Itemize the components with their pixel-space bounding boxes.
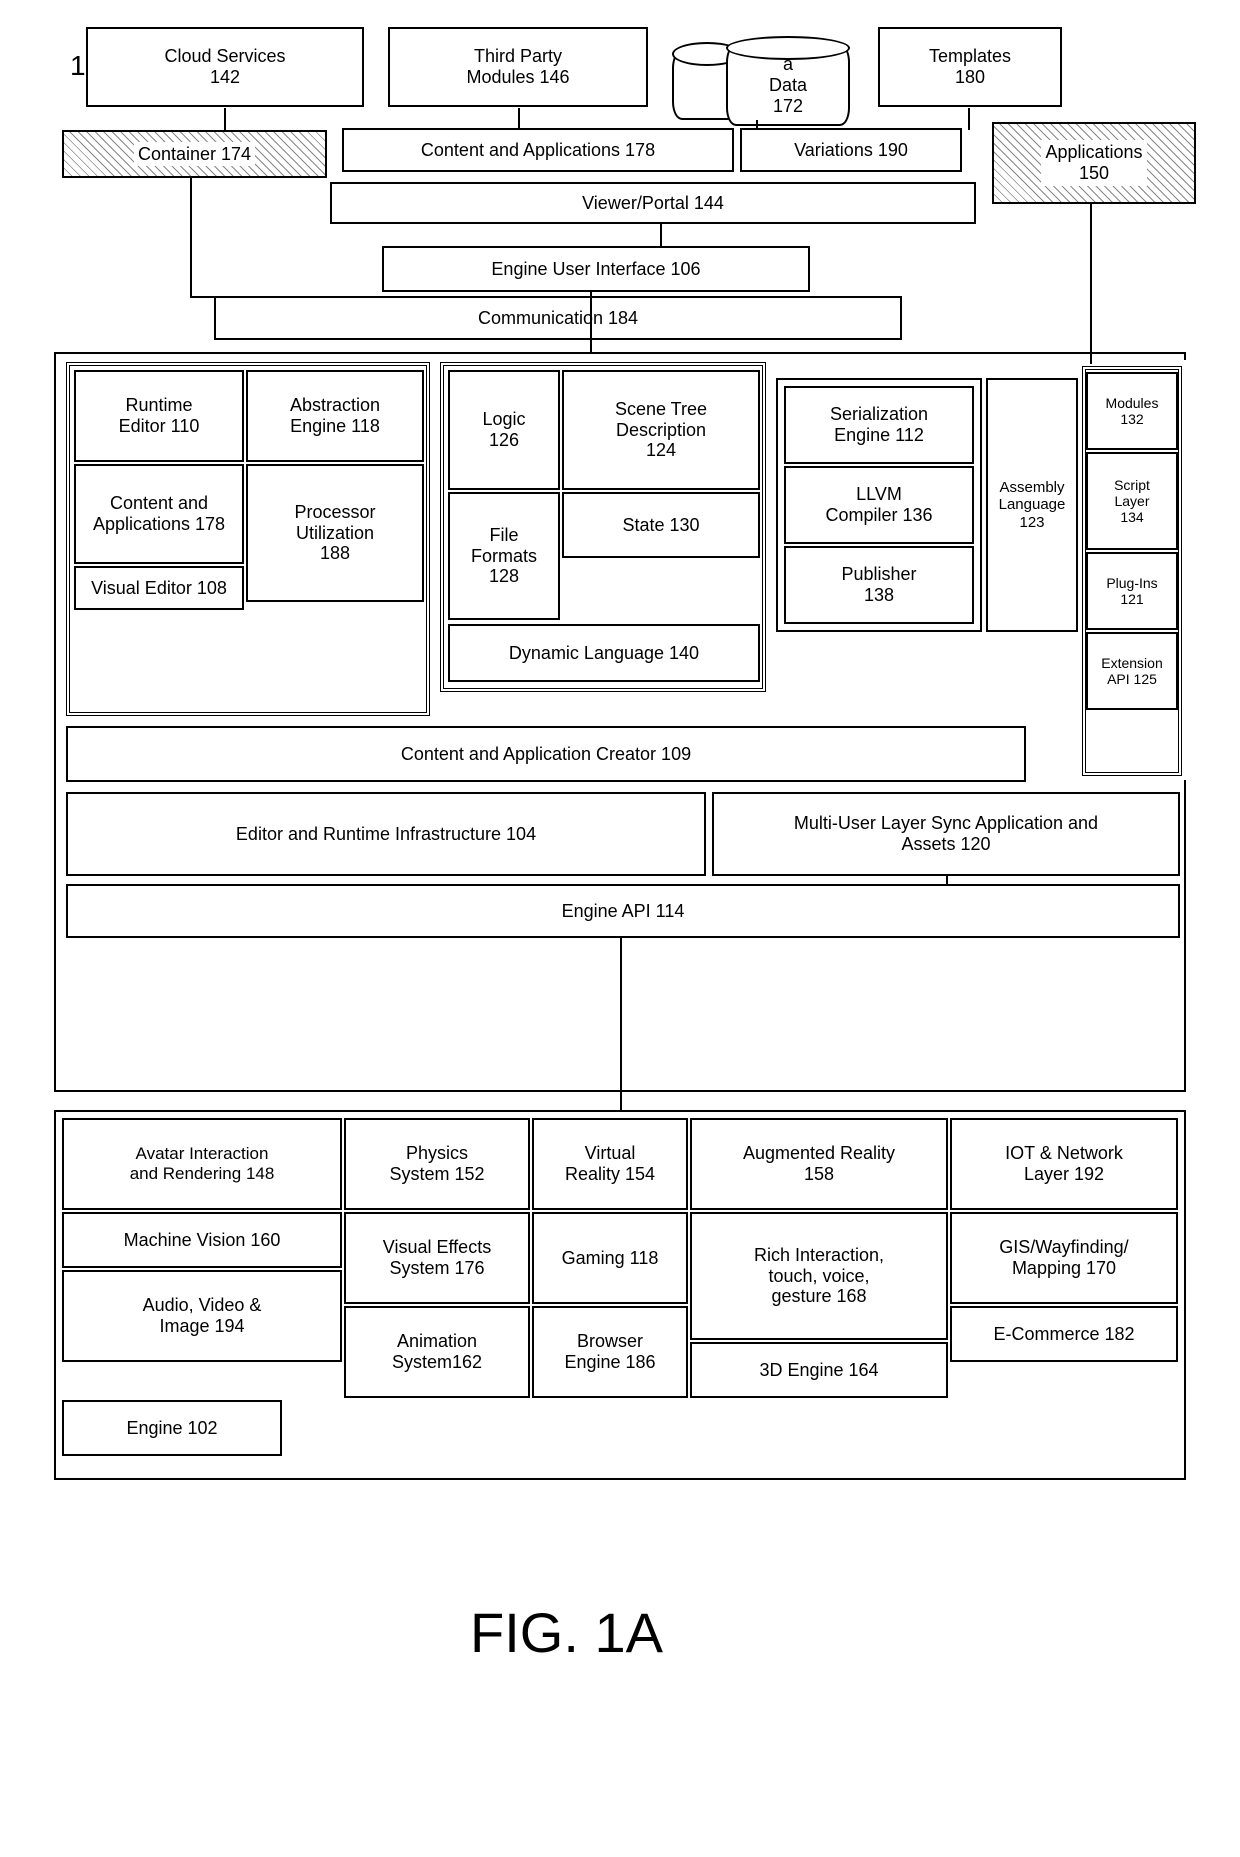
- engine-api-114: Engine API 114: [66, 884, 1180, 938]
- diagram-page: 100 Container 174 Content and Applicatio…: [0, 0, 1240, 1857]
- cloud-services-142-box: Cloud Services 142: [86, 27, 364, 107]
- rich-interaction-168: Rich Interaction, touch, voice, gesture …: [690, 1212, 948, 1340]
- vr-154: Virtual Reality 154: [532, 1118, 688, 1210]
- scene-tree-124: Scene Tree Description 124: [562, 370, 760, 490]
- connector: [1090, 204, 1092, 364]
- avatar-148: Avatar Interaction and Rendering 148: [62, 1118, 342, 1210]
- processor-utilization-188: Processor Utilization 188: [246, 464, 424, 602]
- state-130: State 130: [562, 492, 760, 558]
- audio-video-image-194: Audio, Video & Image 194: [62, 1270, 342, 1362]
- templates-180: Templates 180: [878, 27, 1062, 107]
- content-applications-178-top: Content and Applications 178: [342, 128, 734, 172]
- physics-152: Physics System 152: [344, 1118, 530, 1210]
- gis-170: GIS/Wayfinding/ Mapping 170: [950, 1212, 1178, 1304]
- file-formats-128: File Formats 128: [448, 492, 560, 620]
- iot-192: IOT & Network Layer 192: [950, 1118, 1178, 1210]
- communication-184: Communication 184: [214, 296, 902, 340]
- browser-engine-186: Browser Engine 186: [532, 1306, 688, 1398]
- logic-126: Logic 126: [448, 370, 560, 490]
- e-commerce-182: E-Commerce 182: [950, 1306, 1178, 1362]
- animation-162: Animation System162: [344, 1306, 530, 1398]
- machine-vision-160: Machine Vision 160: [62, 1212, 342, 1268]
- plugins-121: Plug-Ins 121: [1086, 552, 1178, 630]
- visual-effects-176: Visual Effects System 176: [344, 1212, 530, 1304]
- 3d-engine-164: 3D Engine 164: [690, 1342, 948, 1398]
- engine-102: Engine 102: [62, 1400, 282, 1456]
- editor-runtime-infrastructure-104: Editor and Runtime Infrastructure 104: [66, 792, 706, 876]
- extension-api-125: Extension API 125: [1086, 632, 1178, 710]
- connector: [190, 178, 192, 296]
- abstraction-engine-118: Abstraction Engine 118: [246, 370, 424, 462]
- third-party-modules-146: Third Party Modules 146: [388, 27, 648, 107]
- viewer-portal-144: Viewer/Portal 144: [330, 182, 976, 224]
- content-application-creator-109: Content and Application Creator 109: [66, 726, 1026, 782]
- assembly-language-cell: Assembly Language 123: [986, 378, 1078, 632]
- connector: [518, 108, 520, 130]
- engine-user-interface-106: Engine User Interface 106: [382, 246, 810, 292]
- connector: [660, 224, 662, 246]
- gaming-118: Gaming 118: [532, 1212, 688, 1304]
- multi-user-sync-120: Multi-User Layer Sync Application and As…: [712, 792, 1180, 876]
- connector: [756, 120, 758, 130]
- visual-editor-108: Visual Editor 108: [74, 566, 244, 610]
- ar-158: Augmented Reality 158: [690, 1118, 948, 1210]
- figure-label: FIG. 1A: [470, 1600, 663, 1665]
- variations-190: Variations 190: [740, 128, 962, 172]
- connector: [190, 296, 214, 298]
- dynamic-language-140: Dynamic Language 140: [448, 624, 760, 682]
- connector: [620, 1090, 622, 1110]
- content-applications-178: Content and Applications 178: [74, 464, 244, 564]
- modules-132b: Modules 132: [1086, 372, 1178, 450]
- connector: [620, 938, 622, 1110]
- cyl-a: a: [783, 54, 793, 75]
- script-layer-134: Script Layer 134: [1086, 452, 1178, 550]
- llvm-compiler-136b: LLVM Compiler 136: [784, 466, 974, 544]
- cyl-data-172: Data 172: [769, 75, 807, 117]
- container-174: Container 174: [62, 130, 327, 178]
- serialization-engine-112b: Serialization Engine 112: [784, 386, 974, 464]
- publisher-138b: Publisher 138: [784, 546, 974, 624]
- connector: [968, 108, 970, 130]
- connector: [590, 292, 592, 352]
- connector: [946, 876, 948, 884]
- applications-150: Applications 150: [992, 122, 1196, 204]
- connector: [224, 108, 226, 130]
- runtime-editor-110: Runtime Editor 110: [74, 370, 244, 462]
- data-cylinders: a Data 172: [672, 36, 852, 128]
